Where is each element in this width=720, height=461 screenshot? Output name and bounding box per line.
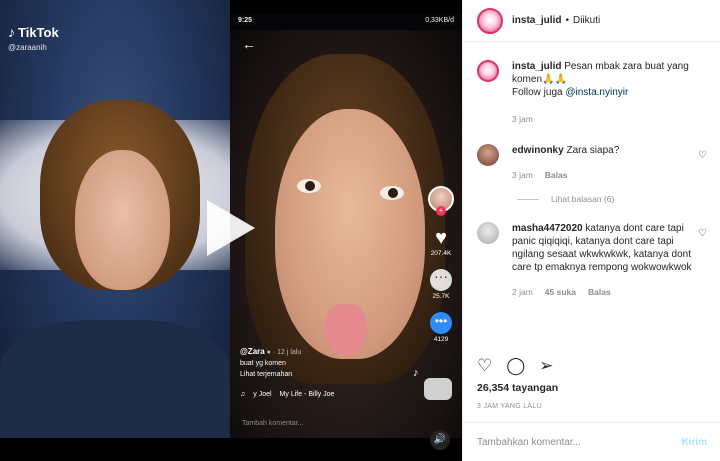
comment-icon[interactable]: ◯ (506, 356, 525, 376)
music-disc (424, 378, 452, 400)
comment-likes[interactable]: 45 suka (545, 286, 576, 299)
post-media[interactable]: ♪ TikTok @zaraanih 9:25 0,33KB/d ← + ♥ 2… (0, 0, 462, 461)
like-count: 207.4K (430, 250, 452, 257)
follow-plus-icon: + (436, 206, 446, 216)
video-time: 12 j lalu (277, 349, 302, 356)
post-sidebar: insta_julid • Diikuti insta_julid Pesan … (462, 0, 720, 461)
avatar[interactable] (477, 222, 499, 244)
tiktok-handle: @zaraanih (8, 43, 47, 52)
caption-mention-link[interactable]: @insta.nyinyir (565, 87, 628, 98)
comment-time[interactable]: 2 jam (512, 286, 533, 299)
view-count[interactable]: 26,354 tayangan (477, 382, 558, 394)
follow-status[interactable]: Diikuti (573, 15, 600, 26)
comment-text: Zara siapa? (566, 145, 620, 156)
speaker-icon[interactable]: 🔊 (430, 430, 450, 450)
caption-follow: Follow juga (512, 87, 563, 98)
tiktok-logo: ♪ TikTok (8, 24, 59, 40)
eye (297, 179, 321, 193)
comment-username[interactable]: masha4472020 (512, 223, 583, 234)
share-count: 4129 (433, 336, 449, 343)
comment-item: masha4472020 katanya dont care tapi pani… (463, 222, 720, 299)
avatar[interactable] (477, 144, 499, 166)
play-icon[interactable] (207, 200, 255, 256)
phone-time: 9:25 (238, 17, 253, 24)
back-arrow-icon: ← (242, 36, 256, 52)
tiktok-video-left: ♪ TikTok @zaraanih (0, 0, 230, 438)
reply-button[interactable]: Balas (588, 286, 611, 299)
share-dots-icon: ••• (430, 312, 452, 334)
post-time-ago[interactable]: 3 JAM YANG LALU (477, 403, 542, 410)
reply-button[interactable]: Balas (545, 169, 568, 182)
post-actions: ♡ ◯ ➢ (477, 356, 554, 376)
heart-outline-icon[interactable]: ♡ (698, 228, 707, 299)
tiktok-side-actions: + ♥ 207.4K ··· 25.7K ••• 4129 (424, 186, 458, 343)
heart-outline-icon[interactable]: ♡ (698, 150, 707, 182)
view-replies-label[interactable]: Lihat balasan (6) (551, 194, 614, 204)
comment-dots-icon: ··· (430, 269, 452, 291)
tiktok-comment-placeholder: Tambah komentar... (242, 420, 304, 427)
phone-status-bar: 9:25 0,33KB/d (230, 14, 462, 30)
verified-icon: ● (266, 349, 271, 356)
tiktok-note-icon: ♪ (8, 24, 15, 40)
music-artist: y Joel (253, 391, 272, 398)
paper-plane-icon[interactable]: ➢ (539, 356, 553, 376)
post-header: insta_julid • Diikuti (463, 0, 720, 42)
comment-item: edwinonky Zara siapa? 3 jam Balas ♡ (463, 144, 720, 182)
caption-username[interactable]: insta_julid (512, 61, 561, 72)
heart-icon: ♥ (435, 227, 447, 249)
comment-count: 25.7K (432, 293, 450, 300)
add-comment-bar: Kirim (463, 422, 720, 461)
music-note-icon: ♪ (413, 367, 419, 379)
video-caption: buat yg komen (240, 360, 286, 367)
header-username[interactable]: insta_julid (512, 15, 561, 26)
translate-link: Lihat terjemahan (240, 371, 293, 378)
shirt (0, 320, 230, 438)
phone-network: 0,33KB/d (425, 17, 454, 24)
post-comment-button[interactable]: Kirim (681, 437, 707, 448)
avatar[interactable] (477, 7, 503, 34)
comment-username[interactable]: edwinonky (512, 145, 564, 156)
video-user: @Zara (240, 347, 265, 356)
post-caption: insta_julid Pesan mbak zara buat yang ko… (463, 60, 720, 126)
face (75, 150, 170, 290)
music-row: ♫ y Joel My Life - Billy Joe (240, 391, 334, 398)
caption-time[interactable]: 3 jam (512, 113, 533, 126)
avatar[interactable] (477, 60, 499, 82)
tiktok-caption: @Zara ● · 12 j lalu buat yg komen Lihat … (240, 346, 420, 380)
comment-time[interactable]: 3 jam (512, 169, 533, 182)
comment-input[interactable] (477, 436, 682, 448)
view-replies[interactable]: Lihat balasan (6) (517, 194, 720, 204)
eye (380, 186, 404, 200)
music-title: My Life - Billy Joe (279, 391, 335, 398)
tiktok-brand: TikTok (18, 24, 59, 40)
music-note-icon: ♫ (240, 391, 246, 398)
heart-icon[interactable]: ♡ (477, 356, 492, 376)
comments-list[interactable]: insta_julid Pesan mbak zara buat yang ko… (463, 60, 720, 348)
